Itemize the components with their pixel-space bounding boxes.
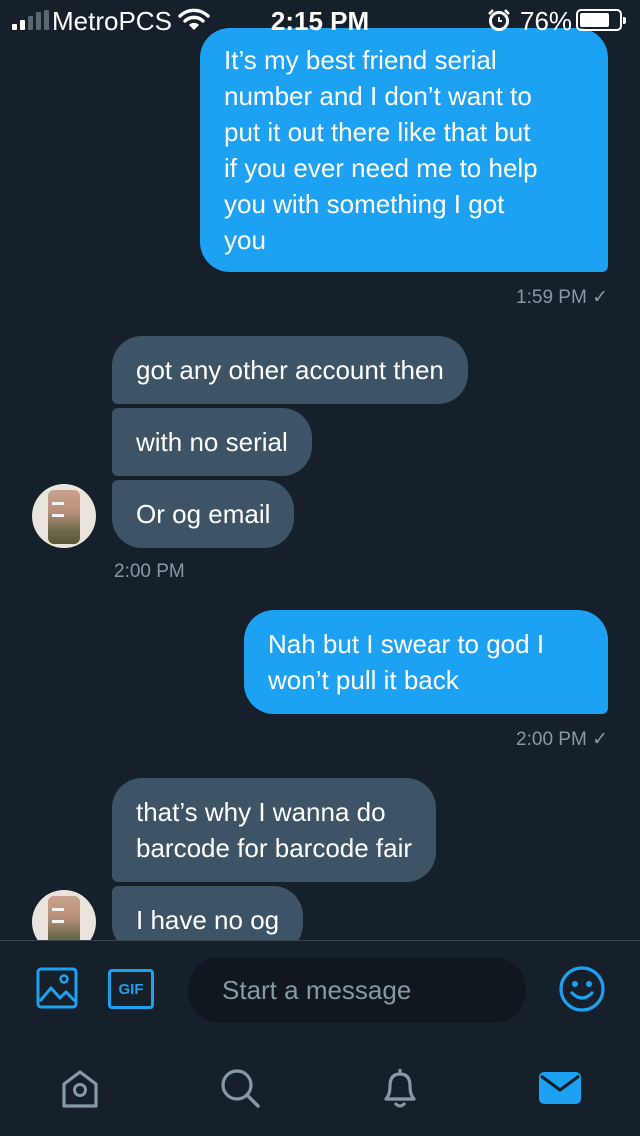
message-text: Or og email bbox=[136, 499, 271, 529]
incoming-message-bubble[interactable]: that’s why I wanna do barcode for barcod… bbox=[112, 778, 437, 882]
dm-conversation-screen: It’s my best friend serial number and I … bbox=[0, 0, 640, 1136]
message-timestamp: 1:59 PM ✓ bbox=[516, 287, 608, 308]
message-timestamp: 2:00 PM bbox=[114, 561, 185, 582]
notifications-tab-icon[interactable] bbox=[376, 1064, 424, 1112]
messages-tab-icon[interactable] bbox=[536, 1064, 584, 1112]
message-text: I have no og bbox=[136, 905, 280, 935]
incoming-message-bubble[interactable]: I have no og bbox=[112, 886, 304, 940]
battery-percent: 76% bbox=[520, 6, 573, 36]
message-composer: GIF bbox=[0, 941, 640, 1036]
status-bar: MetroPCS 2:15 PM 76% bbox=[0, 0, 640, 40]
home-tab-icon[interactable] bbox=[56, 1064, 104, 1112]
incoming-message-bubble[interactable]: with no serial bbox=[112, 408, 312, 476]
message-text: got any other account then bbox=[136, 355, 444, 385]
message-timestamp: 2:00 PM ✓ bbox=[516, 729, 608, 750]
outgoing-message-bubble[interactable]: It’s my best friend serial number and I … bbox=[200, 28, 608, 272]
search-tab-icon[interactable] bbox=[216, 1064, 264, 1112]
outgoing-message-bubble[interactable]: Nah but I swear to god I won’t pull it b… bbox=[244, 610, 608, 714]
message-text: It’s my best friend serial number and I … bbox=[224, 45, 538, 255]
sender-avatar[interactable] bbox=[32, 890, 96, 940]
incoming-message-bubble[interactable]: got any other account then bbox=[112, 336, 468, 404]
bottom-tab-bar bbox=[0, 1036, 640, 1136]
message-text: that’s why I wanna do barcode for barcod… bbox=[136, 797, 413, 863]
alarm-icon bbox=[488, 9, 510, 31]
message-list[interactable]: It’s my best friend serial number and I … bbox=[0, 0, 640, 940]
incoming-message-bubble[interactable]: Or og email bbox=[112, 480, 295, 548]
gif-label: GIF bbox=[118, 980, 144, 998]
image-icon[interactable] bbox=[36, 967, 78, 1009]
message-input[interactable] bbox=[188, 957, 526, 1023]
gif-icon[interactable]: GIF bbox=[108, 969, 154, 1009]
battery-icon bbox=[576, 9, 626, 31]
emoji-icon[interactable] bbox=[558, 965, 606, 1013]
sender-avatar[interactable] bbox=[32, 484, 96, 548]
message-text: with no serial bbox=[136, 427, 288, 457]
message-text: Nah but I swear to god I won’t pull it b… bbox=[268, 629, 545, 695]
